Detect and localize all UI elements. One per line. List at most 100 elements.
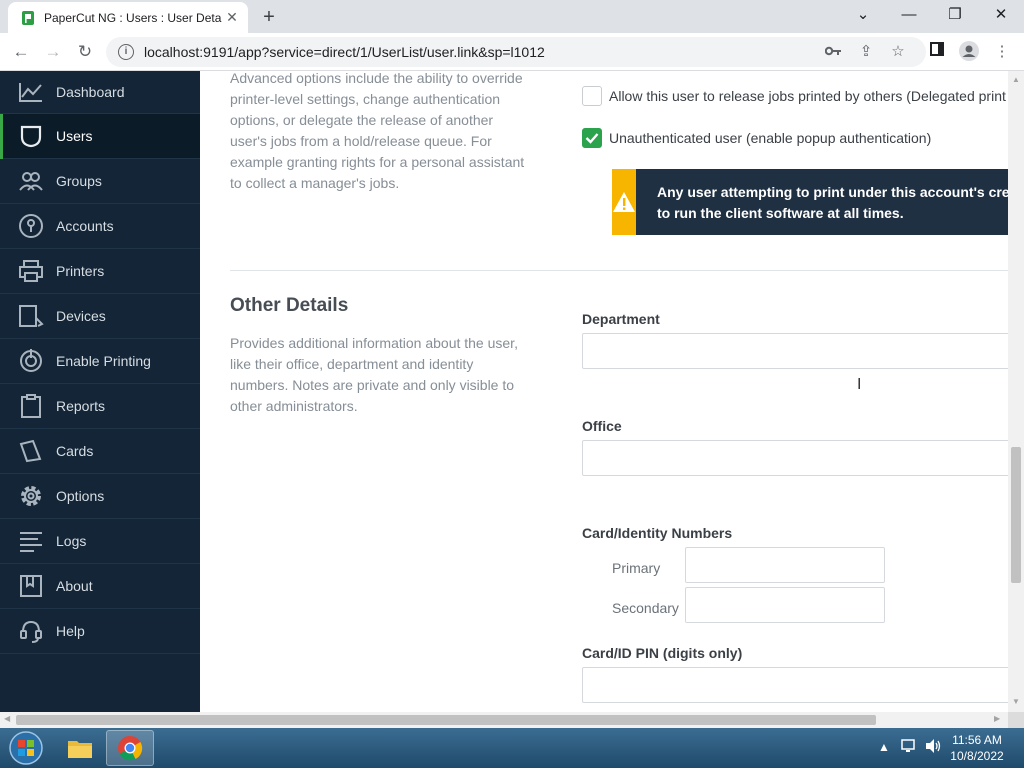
sidebar-item-printers[interactable]: Printers [0,249,200,294]
bookmark-star-icon[interactable]: ☆ [887,41,909,63]
groups-icon [18,168,44,194]
unauthenticated-user-row: Unauthenticated user (enable popup authe… [582,128,931,148]
sidebar-item-label: Dashboard [56,84,125,100]
sidebar-item-label: Groups [56,173,102,189]
warning-banner: Any user attempting to print under this … [612,169,1008,235]
help-icon [18,618,44,644]
site-info-icon[interactable]: i [118,44,134,60]
primary-label: Primary [612,560,661,576]
gear-icon [18,483,44,509]
sidebar-item-label: Reports [56,398,106,414]
browser-tab[interactable]: PaperCut NG : Users : User Detail ✕ [8,2,248,33]
office-input[interactable] [582,440,1008,476]
card-pin-input[interactable] [582,667,1008,703]
close-window-button[interactable]: ✕ [986,4,1016,26]
secondary-card-input[interactable] [685,587,885,623]
reload-button[interactable]: ↻ [74,41,96,63]
sidebar-item-label: Printers [56,263,105,279]
sidebar-item-options[interactable]: Options [0,474,200,519]
warning-text-line-2: to run the client software at all times. [657,205,904,221]
windows-taskbar: ▲ 11:56 AM 10/8/2022 [0,728,1024,768]
password-key-icon[interactable] [822,41,844,63]
delegated-print-row: Allow this user to release jobs printed … [582,86,1006,106]
department-label: Department [582,311,660,327]
warning-icon [612,169,636,235]
logs-icon [18,528,44,554]
sidebar-item-label: Cards [56,443,94,459]
sidebar-item-groups[interactable]: Groups [0,159,200,204]
scrollbar-corner [1008,712,1024,728]
scroll-up-icon[interactable]: ▲ [1011,75,1021,84]
scroll-left-icon[interactable]: ◀ [4,714,10,723]
delegated-print-checkbox[interactable] [582,86,602,106]
scroll-down-icon[interactable]: ▼ [1011,697,1021,706]
cards-icon [18,438,44,464]
horizontal-scroll-thumb[interactable] [16,715,876,725]
forward-button[interactable]: → [42,41,64,63]
tab-title: PaperCut NG : Users : User Detail [44,10,222,25]
volume-icon[interactable] [924,738,942,757]
side-panel-icon[interactable] [926,41,948,63]
url-text: localhost:9191/app?service=direct/1/User… [144,44,545,60]
horizontal-scrollbar[interactable]: ◀ ▶ [0,712,1008,728]
new-tab-button[interactable]: + [258,6,280,28]
secondary-label: Secondary [612,600,679,616]
other-details-description: Provides additional information about th… [230,335,518,414]
sidebar-item-about[interactable]: About [0,564,200,609]
unauthenticated-user-label: Unauthenticated user (enable popup authe… [609,130,932,146]
printer-icon [18,258,44,284]
sidebar-item-label: Options [56,488,105,504]
reports-icon [18,393,44,419]
back-button[interactable]: ← [10,41,32,63]
sidebar-item-users[interactable]: Users [0,114,200,159]
department-input[interactable] [582,333,1008,369]
address-bar[interactable]: i localhost:9191/app?service=direct/1/Us… [106,37,926,67]
network-icon[interactable] [900,738,918,757]
browser-titlebar: PaperCut NG : Users : User Detail ✕ + ⌄ … [0,0,1024,33]
vertical-scrollbar[interactable]: ▲ ▼ [1008,71,1024,712]
share-icon[interactable]: ⇪ [855,41,877,63]
sidebar-nav: Dashboard Users Groups Accounts Printers… [0,71,200,712]
tab-close-icon[interactable]: ✕ [222,9,242,26]
sidebar-item-enable-printing[interactable]: Enable Printing [0,339,200,384]
menu-kebab-icon[interactable]: ⋮ [991,41,1013,63]
section-divider [230,270,1008,271]
checkmark-icon [585,133,599,144]
papercut-favicon-icon [22,10,34,25]
card-pin-label: Card/ID PIN (digits only) [582,645,743,661]
sidebar-item-label: Help [56,623,85,639]
primary-card-input[interactable] [685,547,885,583]
taskbar-chrome[interactable] [106,730,154,766]
profile-avatar-icon[interactable] [958,41,980,63]
show-hidden-icons[interactable]: ▲ [878,740,890,754]
restore-button[interactable]: ❐ [940,4,970,26]
devices-icon [18,303,44,329]
clock-time: 11:56 AM [952,733,1002,747]
tab-search-icon[interactable]: ⌄ [848,4,878,26]
accounts-icon [18,213,44,239]
sidebar-item-logs[interactable]: Logs [0,519,200,564]
sidebar-item-devices[interactable]: Devices [0,294,200,339]
taskbar-file-explorer[interactable] [56,730,104,766]
minimize-button[interactable]: — [894,4,924,26]
scroll-right-icon[interactable]: ▶ [994,714,1000,723]
users-icon [18,123,44,149]
sidebar-item-cards[interactable]: Cards [0,429,200,474]
unauthenticated-user-checkbox[interactable] [582,128,602,148]
advanced-options-description: Advanced options include the ability to … [230,71,525,191]
chrome-icon [118,736,143,761]
browser-toolbar: ← → ↻ i localhost:9191/app?service=direc… [0,33,1024,71]
sidebar-item-label: Enable Printing [56,353,151,369]
start-button[interactable] [6,730,46,766]
main-content: Advanced options include the ability to … [200,71,1008,712]
taskbar-clock[interactable]: 11:56 AM 10/8/2022 [944,732,1010,764]
sidebar-item-accounts[interactable]: Accounts [0,204,200,249]
vertical-scroll-thumb[interactable] [1011,447,1021,583]
sidebar-item-dashboard[interactable]: Dashboard [0,71,200,114]
other-details-title: Other Details [230,295,349,316]
warning-text-line-1: Any user attempting to print under this … [657,184,1008,200]
sidebar-item-reports[interactable]: Reports [0,384,200,429]
sidebar-item-help[interactable]: Help [0,609,200,654]
sidebar-item-label: Users [56,128,93,144]
sidebar-item-label: Accounts [56,218,114,234]
